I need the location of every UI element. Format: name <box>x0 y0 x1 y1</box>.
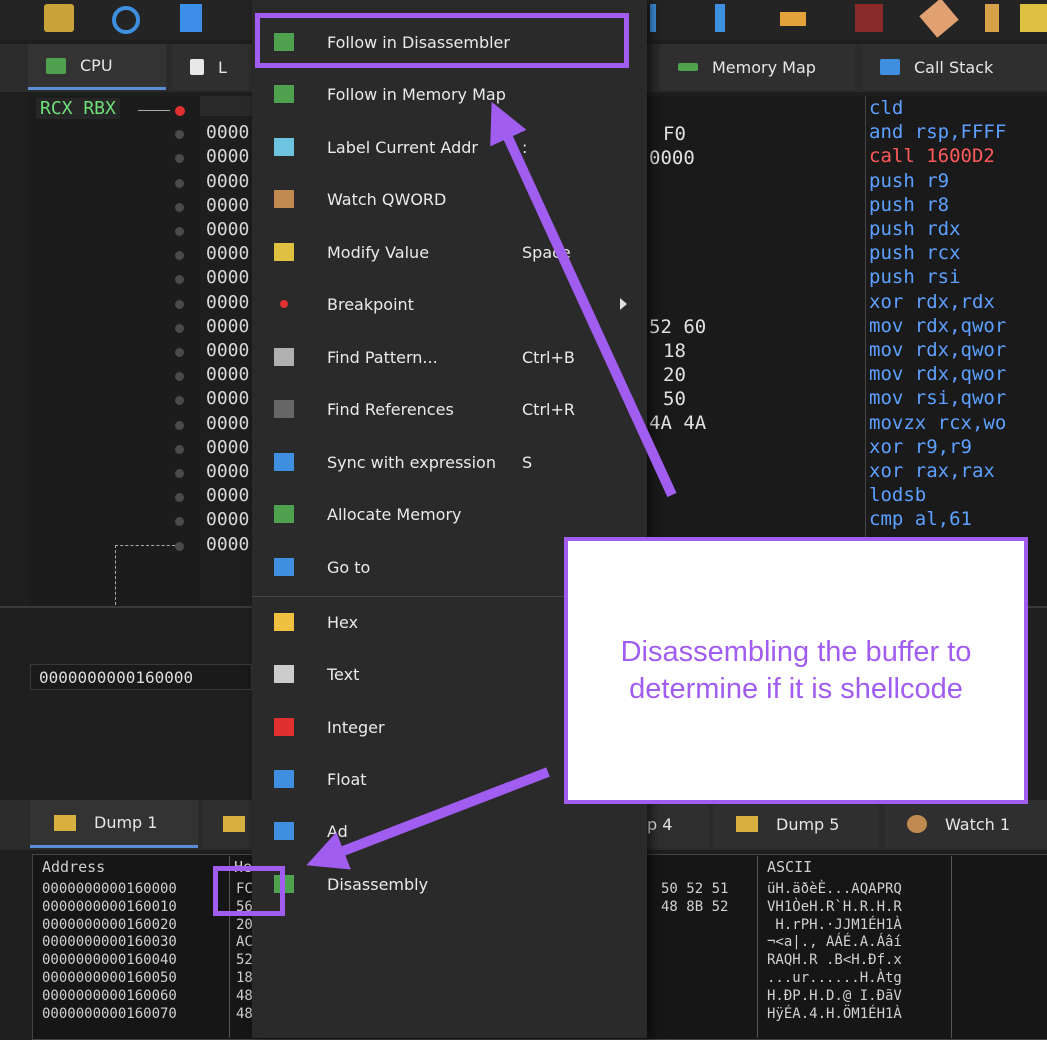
annotation-arrows <box>306 101 677 870</box>
arrow-to-follow-in-disassembler <box>490 101 677 498</box>
arrow-to-dump-byte <box>306 767 550 870</box>
